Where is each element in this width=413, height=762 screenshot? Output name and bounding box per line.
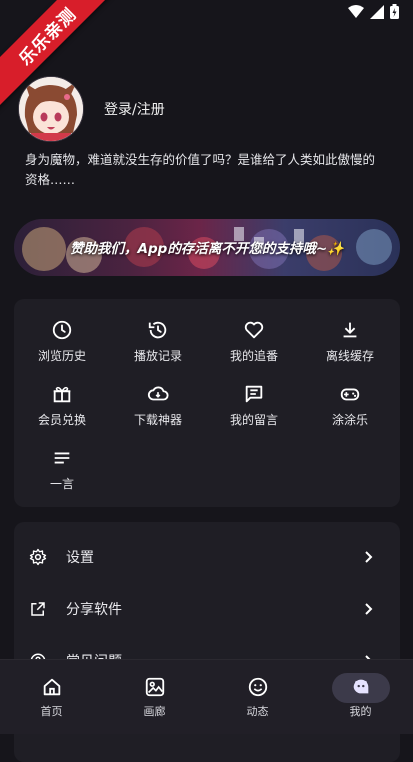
list-item-share-app[interactable]: 分享软件 xyxy=(14,591,400,627)
history-icon xyxy=(148,321,167,339)
grid-item-label: 浏览历史 xyxy=(37,349,86,363)
share-icon xyxy=(31,602,45,616)
nav-tab-mine[interactable]: 我的 xyxy=(309,660,412,734)
gallery-icon xyxy=(145,677,164,697)
heart-icon xyxy=(244,321,264,339)
chevron-right-icon xyxy=(365,603,373,615)
list-item-label: 分享软件 xyxy=(66,602,122,618)
nav-tab-home[interactable]: 首页 xyxy=(0,660,103,734)
profile-header[interactable]: 登录/注册 xyxy=(18,76,165,142)
grid-item-label: 播放记录 xyxy=(133,349,182,363)
list-item-settings[interactable]: 设置 xyxy=(14,539,400,575)
grid-item-my-follows[interactable]: 我的追番 xyxy=(206,309,302,365)
profile-icon xyxy=(353,679,368,694)
download-icon xyxy=(343,322,357,338)
sponsor-banner[interactable]: 赞助我们，App的存活离不开您的支持哦~✨ xyxy=(14,219,400,276)
nav-tab-label: 我的 xyxy=(349,705,372,718)
list-item-label: 设置 xyxy=(66,550,94,566)
login-register-link[interactable]: 登录/注册 xyxy=(104,99,165,119)
grid-item-hitokoto[interactable]: 一言 xyxy=(14,437,110,493)
bottom-navigation: 首页 画廊 动态 我的 xyxy=(0,659,413,734)
status-icons xyxy=(348,4,399,19)
wifi-icon xyxy=(348,4,364,18)
grid-item-doodle-game[interactable]: 涂涂乐 xyxy=(302,373,398,429)
grid-item-browse-history[interactable]: 浏览历史 xyxy=(14,309,110,365)
feature-grid: 浏览历史 播放记录 我的追番 离线缓存 会员兑换 下载神器 我的留言 涂涂乐 一… xyxy=(14,299,400,507)
gear-icon xyxy=(29,548,47,566)
nav-tab-label: 动态 xyxy=(246,705,269,718)
battery-icon xyxy=(390,4,399,19)
grid-item-label: 会员兑换 xyxy=(37,413,86,427)
message-icon xyxy=(245,385,263,403)
nav-tab-activity[interactable]: 动态 xyxy=(206,660,309,734)
grid-item-label: 下载神器 xyxy=(133,413,182,427)
gamepad-icon xyxy=(340,388,360,401)
nav-tab-gallery[interactable]: 画廊 xyxy=(103,660,206,734)
signal-icon xyxy=(370,4,384,19)
cloud-download-icon xyxy=(147,386,169,401)
home-icon xyxy=(43,678,60,696)
sponsor-banner-text: 赞助我们，App的存活离不开您的支持哦~✨ xyxy=(70,241,344,257)
grid-item-label: 一言 xyxy=(49,477,74,491)
grid-item-my-messages[interactable]: 我的留言 xyxy=(206,373,302,429)
grid-item-label: 我的留言 xyxy=(229,413,278,427)
smile-icon xyxy=(248,677,267,697)
lines-icon xyxy=(54,452,70,464)
clock-icon xyxy=(52,320,72,340)
grid-item-offline-cache[interactable]: 离线缓存 xyxy=(302,309,398,365)
grid-item-label: 涂涂乐 xyxy=(331,413,368,427)
grid-item-play-records[interactable]: 播放记录 xyxy=(110,309,206,365)
grid-item-label: 离线缓存 xyxy=(325,349,374,363)
avatar[interactable] xyxy=(18,76,84,142)
grid-item-membership-redeem[interactable]: 会员兑换 xyxy=(14,373,110,429)
profile-bio: 身为魔物，难道就没生存的价值了吗？是谁给了人类如此傲慢的资格…… xyxy=(25,152,376,187)
nav-tab-label: 画廊 xyxy=(143,705,166,718)
nav-tab-label: 首页 xyxy=(40,705,63,718)
gift-icon xyxy=(53,386,71,403)
avatar-illustration xyxy=(19,77,83,141)
grid-item-label: 我的追番 xyxy=(229,349,278,363)
grid-item-download-tool[interactable]: 下载神器 xyxy=(110,373,206,429)
chevron-right-icon xyxy=(365,551,373,563)
